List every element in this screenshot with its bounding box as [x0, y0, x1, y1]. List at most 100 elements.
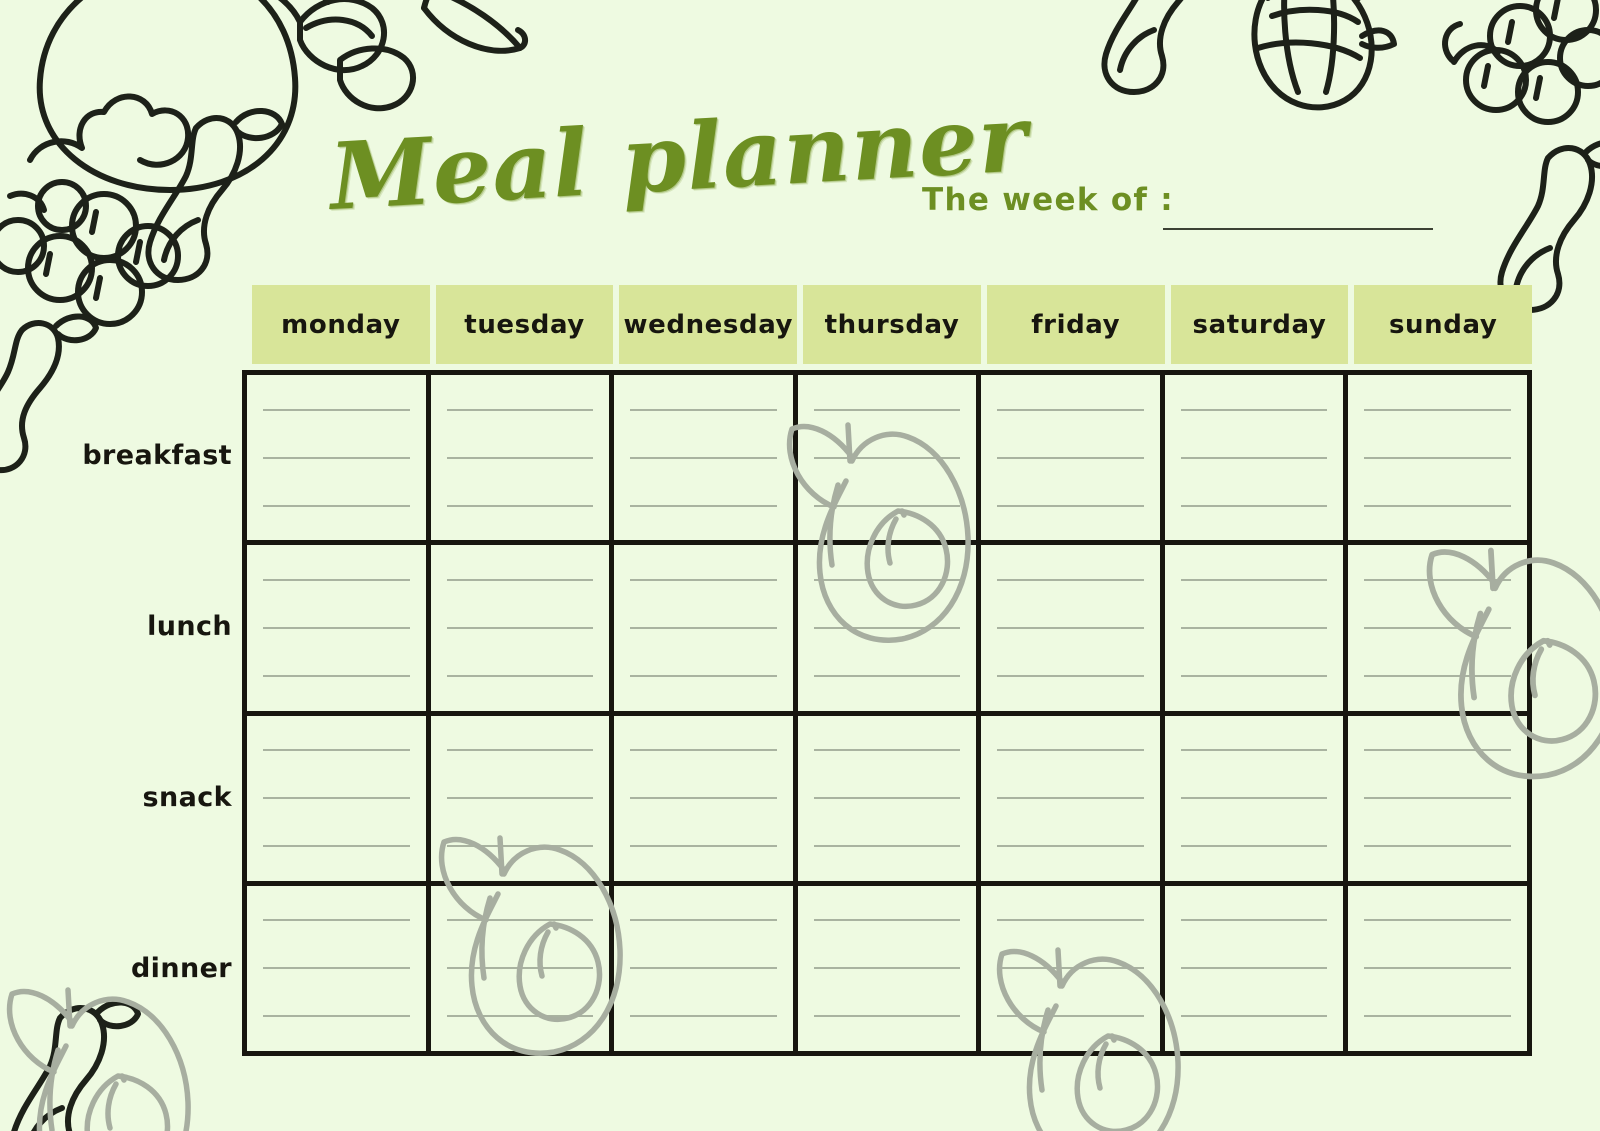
write-line — [630, 504, 777, 507]
write-line — [813, 1015, 961, 1018]
meal-cell-snack-saturday[interactable] — [1164, 715, 1349, 886]
write-line — [630, 845, 777, 848]
meal-cell-breakfast-wednesday[interactable] — [614, 375, 798, 546]
write-line — [1364, 674, 1511, 677]
write-line — [997, 408, 1144, 411]
write-line — [446, 967, 594, 970]
write-line — [1364, 626, 1511, 629]
meal-cell-dinner-saturday[interactable] — [1164, 885, 1349, 1056]
write-line — [1180, 1015, 1328, 1018]
meal-row-label-breakfast: breakfast — [40, 370, 232, 541]
meal-cell-snack-sunday[interactable] — [1348, 715, 1532, 886]
page-title: Meal planner — [326, 84, 1031, 231]
write-line — [813, 578, 961, 581]
write-line — [630, 626, 777, 629]
write-line — [630, 456, 777, 459]
meal-cell-lunch-sunday[interactable] — [1348, 545, 1532, 716]
meal-cell-dinner-tuesday[interactable] — [430, 885, 615, 1056]
write-line — [1364, 919, 1511, 922]
day-header-tuesday: tuesday — [435, 285, 614, 364]
write-line — [630, 578, 777, 581]
meal-cell-snack-tuesday[interactable] — [430, 715, 615, 886]
write-line — [263, 408, 410, 411]
write-line — [997, 919, 1144, 922]
day-header-label: wednesday — [623, 309, 794, 340]
grapes-doodle — [1445, 0, 1600, 125]
day-header-saturday: saturday — [1170, 285, 1349, 364]
write-line — [997, 456, 1144, 459]
write-line — [263, 504, 410, 507]
write-line — [813, 456, 961, 459]
write-line — [997, 967, 1144, 970]
meal-cell-snack-friday[interactable] — [981, 715, 1165, 886]
meal-cell-breakfast-sunday[interactable] — [1348, 375, 1532, 546]
meal-cell-lunch-saturday[interactable] — [1164, 545, 1349, 716]
write-line — [630, 749, 777, 752]
write-line — [446, 504, 594, 507]
write-line — [446, 1015, 594, 1018]
write-line — [630, 674, 777, 677]
write-line — [1364, 1015, 1511, 1018]
write-line — [997, 578, 1144, 581]
write-line — [1364, 797, 1511, 800]
write-line — [446, 626, 594, 629]
meal-cell-breakfast-tuesday[interactable] — [430, 375, 615, 546]
write-line — [1180, 967, 1328, 970]
write-line — [263, 845, 410, 848]
meal-cell-breakfast-saturday[interactable] — [1164, 375, 1349, 546]
write-line — [1180, 749, 1328, 752]
write-line — [263, 626, 410, 629]
day-header-label: monday — [281, 309, 401, 340]
write-line — [813, 504, 961, 507]
meal-row-label-lunch: lunch — [40, 541, 232, 712]
write-line — [1364, 578, 1511, 581]
meal-cell-snack-monday[interactable] — [247, 715, 431, 886]
meal-cell-dinner-thursday[interactable] — [797, 885, 982, 1056]
day-header-label: friday — [1031, 309, 1121, 340]
meal-cell-lunch-monday[interactable] — [247, 545, 431, 716]
write-line — [813, 749, 961, 752]
day-header-wednesday: wednesday — [619, 285, 798, 364]
write-line — [813, 797, 961, 800]
meal-cell-breakfast-friday[interactable] — [981, 375, 1165, 546]
write-line — [997, 1015, 1144, 1018]
write-line — [263, 919, 410, 922]
write-line — [263, 797, 410, 800]
write-line — [1364, 456, 1511, 459]
week-of-label: The week of : — [922, 182, 1175, 218]
write-line — [1180, 797, 1328, 800]
write-line — [813, 919, 961, 922]
meal-cell-dinner-friday[interactable] — [981, 885, 1165, 1056]
day-header-label: thursday — [824, 309, 960, 340]
meal-cell-lunch-thursday[interactable] — [797, 545, 982, 716]
pineapple-doodle — [1251, 0, 1397, 111]
write-line — [446, 797, 594, 800]
meal-cell-lunch-wednesday[interactable] — [614, 545, 798, 716]
write-line — [263, 674, 410, 677]
meal-cell-dinner-wednesday[interactable] — [614, 885, 798, 1056]
meal-row-labels: breakfast lunch snack dinner — [40, 370, 232, 1056]
meal-cell-lunch-friday[interactable] — [981, 545, 1165, 716]
day-header-sunday: sunday — [1354, 285, 1533, 364]
write-line — [446, 456, 594, 459]
meal-cell-breakfast-monday[interactable] — [247, 375, 431, 546]
week-of-input[interactable] — [1163, 228, 1433, 230]
write-line — [630, 967, 777, 970]
meal-cell-snack-thursday[interactable] — [797, 715, 982, 886]
day-header-row: monday tuesday wednesday thursday friday… — [252, 285, 1533, 364]
meal-cell-breakfast-thursday[interactable] — [797, 375, 982, 546]
meal-cell-snack-wednesday[interactable] — [614, 715, 798, 886]
write-line — [997, 674, 1144, 677]
day-header-monday: monday — [252, 285, 430, 364]
meal-cell-lunch-tuesday[interactable] — [430, 545, 615, 716]
meal-cell-dinner-sunday[interactable] — [1348, 885, 1532, 1056]
day-header-label: tuesday — [464, 309, 585, 340]
meal-row-label-snack: snack — [40, 712, 232, 883]
write-line — [1180, 626, 1328, 629]
write-line — [813, 626, 961, 629]
meal-row-label-text: snack — [142, 782, 232, 813]
meal-cell-dinner-monday[interactable] — [247, 885, 431, 1056]
write-line — [813, 408, 961, 411]
write-line — [1180, 456, 1328, 459]
write-line — [997, 504, 1144, 507]
